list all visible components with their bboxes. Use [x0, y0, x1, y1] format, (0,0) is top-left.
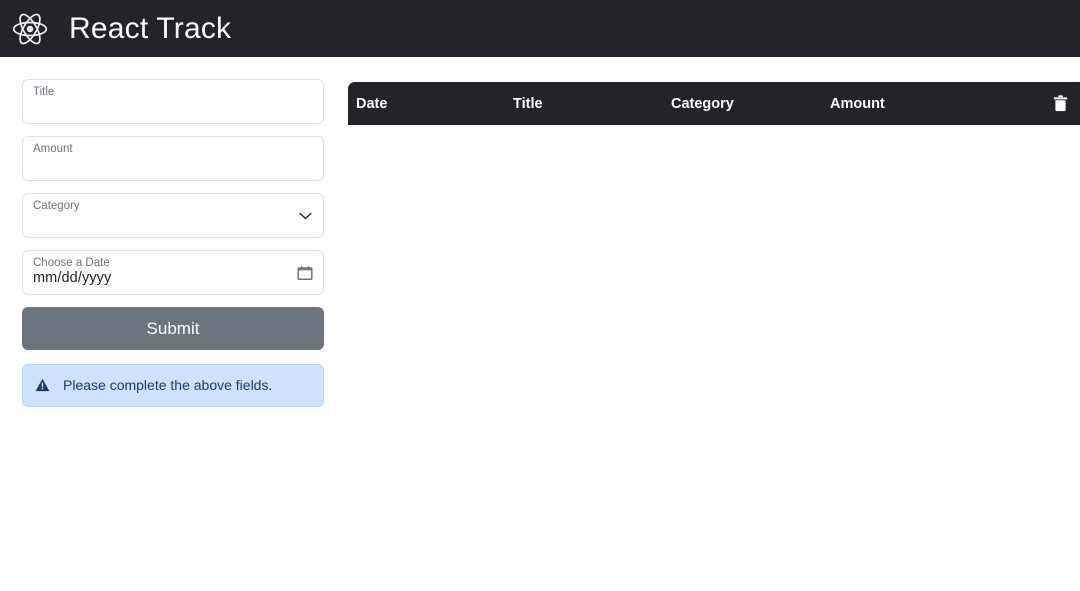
- date-field[interactable]: Choose a Date mm/dd/yyyy: [22, 250, 324, 295]
- expenses-table-container: Date Title Category Amount: [348, 82, 1080, 125]
- expense-form: Title Amount Category Choose a Date mm/d…: [22, 79, 324, 407]
- app-title: React Track: [69, 11, 232, 45]
- column-header-delete: [996, 82, 1080, 125]
- date-day-segment[interactable]: dd: [62, 270, 78, 286]
- chevron-down-icon[interactable]: [298, 209, 312, 223]
- date-year-segment[interactable]: yyyy: [82, 270, 111, 286]
- column-header-title[interactable]: Title: [513, 82, 671, 125]
- alert-message: Please complete the above fields.: [63, 377, 273, 393]
- column-header-category[interactable]: Category: [671, 82, 830, 125]
- category-field-label: Category: [33, 200, 80, 212]
- form-validation-alert: Please complete the above fields.: [22, 364, 324, 407]
- title-input[interactable]: [32, 101, 291, 121]
- date-field-label: Choose a Date: [33, 257, 110, 269]
- warning-triangle-icon: [35, 378, 50, 393]
- navbar: React Track: [0, 0, 1080, 57]
- page-content: Title Amount Category Choose a Date mm/d…: [0, 57, 1080, 407]
- trash-icon[interactable]: [1053, 95, 1068, 112]
- calendar-icon[interactable]: [297, 265, 313, 281]
- date-input-placeholder[interactable]: mm/dd/yyyy: [33, 270, 111, 286]
- title-field-label: Title: [33, 86, 55, 98]
- column-header-date[interactable]: Date: [348, 82, 513, 125]
- amount-input[interactable]: [32, 158, 291, 178]
- submit-button[interactable]: Submit: [22, 307, 324, 350]
- table-head: Date Title Category Amount: [348, 82, 1080, 125]
- column-header-amount[interactable]: Amount: [830, 82, 996, 125]
- table-header-row: Date Title Category Amount: [348, 82, 1080, 125]
- title-field[interactable]: Title: [22, 79, 324, 124]
- expenses-table: Date Title Category Amount: [348, 82, 1080, 125]
- amount-field[interactable]: Amount: [22, 136, 324, 181]
- category-field[interactable]: Category: [22, 193, 324, 238]
- react-atom-icon: [8, 7, 52, 51]
- amount-field-label: Amount: [33, 143, 73, 155]
- date-month-segment[interactable]: mm: [33, 270, 57, 286]
